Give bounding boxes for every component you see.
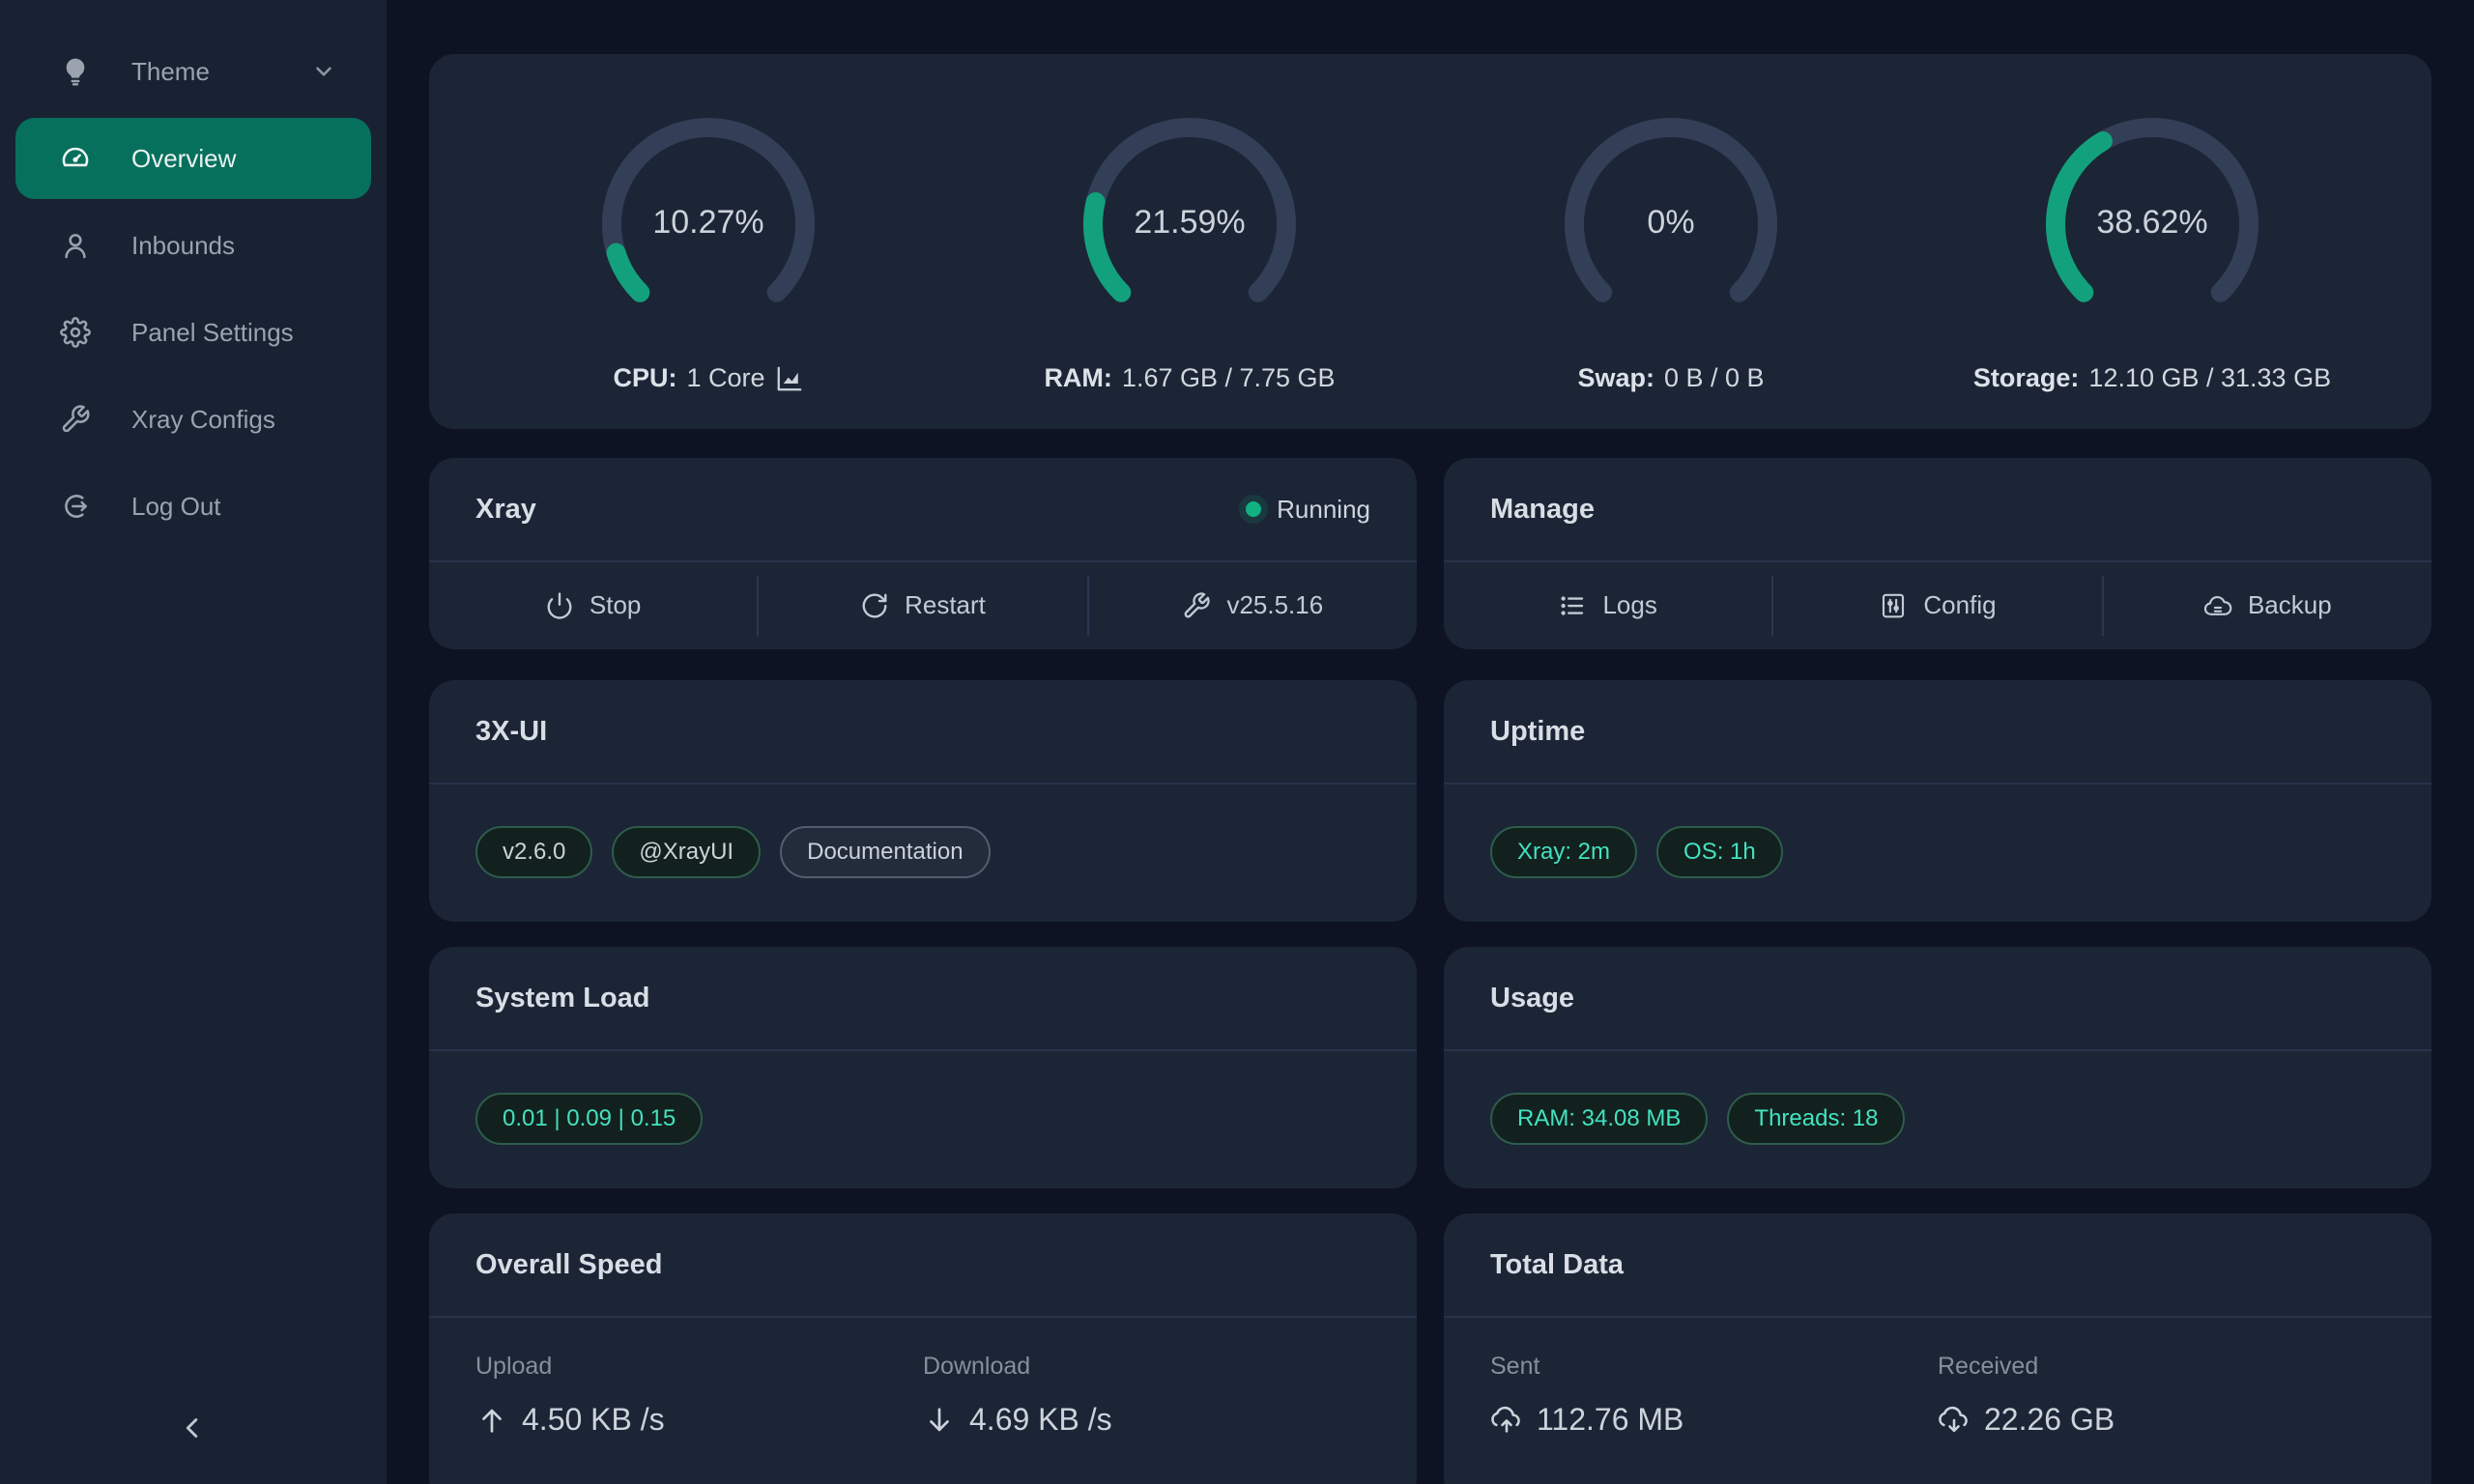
uptime-card: Uptime Xray: 2m OS: 1h <box>1444 680 2431 922</box>
logout-icon <box>60 491 91 522</box>
gear-icon <box>60 317 91 348</box>
received-label: Received <box>1938 1353 2385 1381</box>
swap-label: Swap: 0 B / 0 B <box>1577 363 1764 393</box>
cloud-download-icon <box>1938 1404 1971 1437</box>
sidebar-item-label: Theme <box>131 57 210 87</box>
storage-label: Storage: 12.10 GB / 31.33 GB <box>1973 363 2331 393</box>
upload-stat: Upload 4.50 KB /s <box>475 1353 923 1438</box>
restart-icon <box>860 591 889 620</box>
swap-percent: 0% <box>1555 204 1787 242</box>
sidebar-item-theme[interactable]: Theme <box>15 31 371 112</box>
sidebar-item-xray-configs[interactable]: Xray Configs <box>15 379 371 460</box>
sent-value: 112.76 MB <box>1537 1402 1683 1438</box>
power-icon <box>545 591 574 620</box>
system-stats-card: 10.27% CPU: 1 Core 21.59% RAM: 1.67 GB /… <box>429 54 2431 429</box>
logs-button[interactable]: Logs <box>1444 562 1771 648</box>
cpu-label: CPU: 1 Core <box>613 363 803 393</box>
gauge-ram: 21.59% RAM: 1.67 GB / 7.75 GB <box>949 54 1430 429</box>
person-icon <box>60 230 91 261</box>
gauge-swap: 0% Swap: 0 B / 0 B <box>1430 54 1912 429</box>
card-title: Usage <box>1490 983 1574 1014</box>
chevron-down-icon[interactable] <box>311 59 336 84</box>
sidebar-item-label: Xray Configs <box>131 405 275 435</box>
card-title: Manage <box>1490 494 1595 526</box>
sidebar-item-label: Log Out <box>131 492 221 522</box>
arrow-down-icon <box>923 1404 956 1437</box>
total-data-card: Total Data Sent 112.76 MB Received 22.26… <box>1444 1213 2431 1484</box>
restart-button[interactable]: Restart <box>759 562 1086 648</box>
sidebar-item-inbounds[interactable]: Inbounds <box>15 205 371 286</box>
cpu-percent: 10.27% <box>592 204 824 242</box>
sidebar-item-label: Inbounds <box>131 231 235 261</box>
chevron-left-icon <box>177 1412 210 1449</box>
arrow-up-icon <box>475 1404 508 1437</box>
speedometer-icon <box>60 143 91 174</box>
download-label: Download <box>923 1353 1370 1381</box>
sidebar-item-label: Overview <box>131 144 236 174</box>
list-icon <box>1558 591 1587 620</box>
card-title: 3X-UI <box>475 716 547 748</box>
xray-card: Xray Running Stop Restart <box>429 458 1417 649</box>
documentation-tag[interactable]: Documentation <box>780 826 990 878</box>
received-value: 22.26 GB <box>1984 1402 2114 1438</box>
manage-card: Manage Logs Config Backup <box>1444 458 2431 649</box>
gauge-storage: 38.62% Storage: 12.10 GB / 31.33 GB <box>1912 54 2393 429</box>
sidebar-item-logout[interactable]: Log Out <box>15 466 371 547</box>
area-chart-icon[interactable] <box>775 364 804 393</box>
ram-label: RAM: 1.67 GB / 7.75 GB <box>1044 363 1335 393</box>
xray-version-button[interactable]: v25.5.16 <box>1089 562 1417 648</box>
main-content: 10.27% CPU: 1 Core 21.59% RAM: 1.67 GB /… <box>387 0 2474 1484</box>
cloud-upload-icon <box>1490 1404 1523 1437</box>
sliders-icon <box>1879 591 1908 620</box>
card-title: Uptime <box>1490 716 1585 748</box>
config-button[interactable]: Config <box>1773 562 2101 648</box>
storage-percent: 38.62% <box>2036 204 2268 242</box>
card-title: System Load <box>475 983 650 1014</box>
system-load-card: System Load 0.01 | 0.09 | 0.15 <box>429 947 1417 1188</box>
xui-card: 3X-UI v2.6.0 @XrayUI Documentation <box>429 680 1417 922</box>
received-stat: Received 22.26 GB <box>1938 1353 2385 1438</box>
backup-button[interactable]: Backup <box>2104 562 2431 648</box>
cloud-backup-icon <box>2203 591 2232 620</box>
wrench-icon <box>60 404 91 435</box>
sidebar-item-label: Panel Settings <box>131 318 294 348</box>
xrayui-tag[interactable]: @XrayUI <box>612 826 761 878</box>
sent-label: Sent <box>1490 1353 1938 1381</box>
lightbulb-icon <box>60 56 91 87</box>
usage-card: Usage RAM: 34.08 MB Threads: 18 <box>1444 947 2431 1188</box>
gauge-cpu: 10.27% CPU: 1 Core <box>468 54 949 429</box>
download-stat: Download 4.69 KB /s <box>923 1353 1370 1438</box>
gauge-fill <box>617 253 641 293</box>
stop-button[interactable]: Stop <box>429 562 757 648</box>
card-title: Total Data <box>1490 1249 1624 1281</box>
card-title: Xray <box>475 494 536 526</box>
download-value: 4.69 KB /s <box>969 1402 1112 1438</box>
threads-tag: Threads: 18 <box>1727 1093 1905 1145</box>
sidebar-collapse-button[interactable] <box>0 1401 387 1459</box>
os-uptime-tag: OS: 1h <box>1656 826 1783 878</box>
xray-status-badge: Running <box>1246 495 1370 525</box>
sidebar-item-panel-settings[interactable]: Panel Settings <box>15 292 371 373</box>
card-title: Overall Speed <box>475 1249 662 1281</box>
load-average-tag: 0.01 | 0.09 | 0.15 <box>475 1093 703 1145</box>
version-tag[interactable]: v2.6.0 <box>475 826 592 878</box>
upload-label: Upload <box>475 1353 923 1381</box>
ram-usage-tag: RAM: 34.08 MB <box>1490 1093 1708 1145</box>
sidebar: Theme Overview Inbounds Panel Settings X… <box>0 0 387 1484</box>
overall-speed-card: Overall Speed Upload 4.50 KB /s Download… <box>429 1213 1417 1484</box>
sent-stat: Sent 112.76 MB <box>1490 1353 1938 1438</box>
xray-uptime-tag: Xray: 2m <box>1490 826 1637 878</box>
ram-percent: 21.59% <box>1074 204 1306 242</box>
upload-value: 4.50 KB /s <box>522 1402 665 1438</box>
wrench-icon <box>1182 591 1211 620</box>
sidebar-item-overview[interactable]: Overview <box>15 118 371 199</box>
status-dot <box>1246 501 1261 517</box>
